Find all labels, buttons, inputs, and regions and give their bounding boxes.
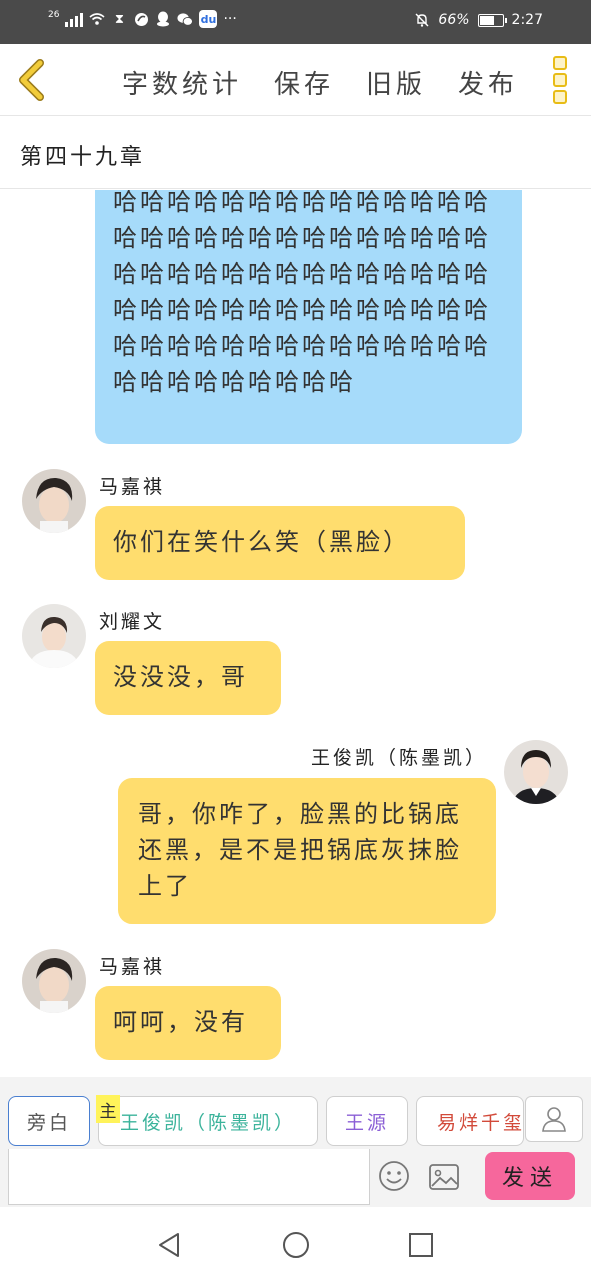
speaker-name: 刘耀文: [99, 611, 166, 633]
image-icon: [429, 1164, 459, 1190]
old-version-button[interactable]: 旧版: [366, 64, 426, 101]
narration-bubble[interactable]: 哈哈哈哈哈哈哈哈哈哈哈哈哈哈哈哈哈哈哈哈哈哈哈哈哈哈哈哈哈哈哈哈哈哈哈哈哈哈哈哈…: [95, 190, 522, 444]
browser-icon: [133, 11, 149, 27]
wechat-icon: [177, 11, 194, 27]
menu-dot-icon: [553, 56, 567, 70]
app-header: 字数统计 保存 旧版 发布: [0, 44, 591, 116]
message-text: 呵呵，没有: [113, 1008, 248, 1036]
avatar[interactable]: [22, 604, 86, 668]
role-character[interactable]: 易烊千玺: [416, 1096, 524, 1146]
chapter-header: 第四十九章: [0, 117, 591, 189]
nav-home-icon[interactable]: [282, 1231, 310, 1259]
speaker-name: 王俊凯（陈墨凯）: [310, 747, 487, 769]
message-bubble[interactable]: 你们在笑什么笑（黑脸）: [95, 506, 465, 580]
role-narration[interactable]: 旁白: [8, 1096, 90, 1146]
role-character[interactable]: 王源: [326, 1096, 408, 1146]
composer: 旁白 王俊凯（陈墨凯） 主 王源 易烊千玺 发送: [0, 1077, 591, 1207]
network-type: 26: [48, 10, 60, 20]
qq-icon: [155, 11, 171, 27]
clock: 2:27: [511, 12, 543, 28]
message-bubble[interactable]: 呵呵，没有: [95, 986, 281, 1060]
message-input[interactable]: [8, 1149, 370, 1205]
hourglass-icon: ⧗: [114, 11, 125, 27]
message-text: 没没没，哥: [113, 663, 248, 691]
nav-recent-apps-icon[interactable]: [408, 1231, 434, 1259]
word-count-button[interactable]: 字数统计: [122, 64, 242, 101]
more-notifications: ···: [223, 11, 237, 27]
avatar[interactable]: [22, 949, 86, 1013]
smiley-icon: [379, 1161, 409, 1191]
main-character-badge: 主: [96, 1095, 120, 1123]
chapter-title[interactable]: 第四十九章: [20, 139, 145, 171]
toolbar: 字数统计 保存 旧版 发布: [122, 64, 518, 101]
speaker-name: 马嘉祺: [99, 476, 166, 498]
battery-percent: 66%: [438, 12, 470, 28]
signal-icon: [65, 11, 84, 27]
character-manager-button[interactable]: [525, 1096, 583, 1142]
chat-area[interactable]: 哈哈哈哈哈哈哈哈哈哈哈哈哈哈哈哈哈哈哈哈哈哈哈哈哈哈哈哈哈哈哈哈哈哈哈哈哈哈哈哈…: [0, 190, 591, 1077]
more-menu-button[interactable]: [553, 56, 569, 104]
menu-dot-icon: [553, 73, 567, 87]
system-nav-bar: [0, 1207, 591, 1280]
role-label: 易烊千玺: [437, 1111, 524, 1134]
speaker-name: 马嘉祺: [99, 956, 166, 978]
menu-dot-icon: [553, 90, 567, 104]
message-bubble[interactable]: 没没没，哥: [95, 641, 281, 715]
baidu-icon: du: [199, 10, 218, 28]
publish-button[interactable]: 发布: [458, 64, 518, 101]
image-button[interactable]: [428, 1163, 460, 1191]
battery-icon: [477, 13, 507, 27]
role-label: 王俊凯（陈墨凯）: [119, 1111, 296, 1134]
send-button[interactable]: 发送: [485, 1152, 575, 1200]
role-label: 旁白: [26, 1111, 71, 1134]
role-label: 王源: [344, 1111, 389, 1134]
chevron-left-icon: [19, 59, 44, 101]
save-button[interactable]: 保存: [274, 64, 334, 101]
role-main-character[interactable]: 王俊凯（陈墨凯）: [98, 1096, 318, 1146]
nav-back-icon[interactable]: [156, 1231, 182, 1259]
emoji-button[interactable]: [378, 1160, 410, 1192]
status-bar: 26 ⧗ du ··· 66% 2:27: [0, 0, 591, 44]
back-button[interactable]: [14, 58, 54, 102]
avatar[interactable]: [22, 469, 86, 533]
wifi-icon: [89, 11, 105, 27]
mute-bell-icon: [414, 12, 430, 28]
message-bubble[interactable]: 哥，你咋了，脸黑的比锅底还黑，是不是把锅底灰抹脸上了: [118, 778, 496, 924]
message-text: 哥，你咋了，脸黑的比锅底还黑，是不是把锅底灰抹脸上了: [138, 800, 462, 900]
message-text: 哈哈哈哈哈哈哈哈哈哈哈哈哈哈哈哈哈哈哈哈哈哈哈哈哈哈哈哈哈哈哈哈哈哈哈哈哈哈哈哈…: [113, 190, 491, 396]
message-text: 你们在笑什么笑（黑脸）: [113, 528, 410, 556]
avatar[interactable]: [504, 740, 568, 804]
person-icon: [542, 1107, 566, 1132]
